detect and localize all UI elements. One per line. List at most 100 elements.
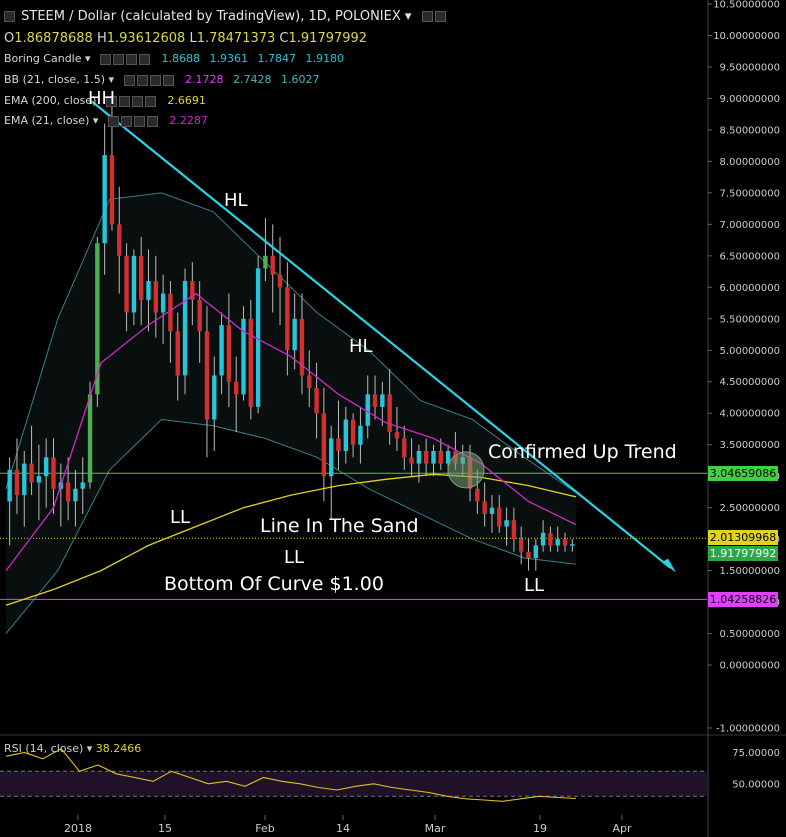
candle-body xyxy=(519,539,524,552)
candle-body xyxy=(438,450,443,464)
ema21-legend[interactable]: EMA (21, close) ▾ 2.2287 xyxy=(4,114,208,127)
ema21-v1: 2.2287 xyxy=(169,114,208,127)
boring-candle-v3: 1.7847 xyxy=(257,52,297,65)
symbol-title[interactable]: STEEM / Dollar (calculated by TradingVie… xyxy=(4,9,448,24)
bb-label: BB (21, close, 1.5) xyxy=(4,73,105,86)
candle-body xyxy=(431,450,436,464)
candle-body xyxy=(497,507,502,527)
ohlc-o: 1.86878688 xyxy=(14,31,93,46)
candle-body xyxy=(277,274,283,288)
candle-body xyxy=(263,255,268,269)
candle-body xyxy=(22,463,27,496)
bb-legend[interactable]: BB (21, close, 1.5) ▾ 2.1728 2.7428 1.60… xyxy=(4,73,320,86)
symbol-icon xyxy=(4,11,15,22)
annotation-confirmed-up-trend[interactable]: Confirmed Up Trend xyxy=(488,441,677,463)
x-axis-tick-label: 15 xyxy=(158,822,172,835)
y-axis-tick-label: 0.50000000 xyxy=(720,629,780,640)
y-axis-tick-label: 1.50000000 xyxy=(720,566,780,577)
gear-icon[interactable] xyxy=(118,95,130,107)
candle-body xyxy=(44,457,49,477)
annotation-line-in-sand[interactable]: Line In The Sand xyxy=(260,515,419,537)
annotation-bottom-curve[interactable]: Bottom Of Curve $1.00 xyxy=(164,573,384,595)
candle-body xyxy=(350,419,356,445)
y-axis-tick-label: 2.50000000 xyxy=(720,503,780,514)
candle-body xyxy=(365,394,370,426)
y-axis-tick-label: 7.00000000 xyxy=(720,220,780,231)
candle-body xyxy=(526,551,531,559)
eye-icon[interactable] xyxy=(100,53,112,65)
gear-icon[interactable] xyxy=(136,74,148,86)
close-icon[interactable] xyxy=(146,115,158,127)
boring-candle-v4: 1.9180 xyxy=(305,52,345,65)
candle-body xyxy=(533,545,538,559)
price-tag-last: 1.91797992 xyxy=(708,546,778,561)
y-axis-tick-label: 7.50000000 xyxy=(720,188,780,199)
candle-body xyxy=(570,544,575,546)
gear-icon[interactable] xyxy=(113,53,125,65)
add-icon[interactable] xyxy=(131,95,143,107)
y-axis-tick-label: 6.50000000 xyxy=(720,251,780,262)
candle-body xyxy=(248,318,253,407)
close-icon[interactable] xyxy=(139,53,151,65)
y-axis-tick-label: 3.50000000 xyxy=(720,440,780,451)
candle-body xyxy=(555,539,560,546)
bb-v1: 2.1728 xyxy=(185,73,224,86)
y-axis-tick-label: 8.50000000 xyxy=(720,125,780,136)
price-tag-magenta-line: 1.04258826 xyxy=(708,592,778,607)
ohlc-c-label: C xyxy=(279,31,289,46)
ohlc-row: O1.86878688 H1.93612608 L1.78471373 C1.9… xyxy=(4,31,367,46)
candle-body xyxy=(226,325,232,382)
candle-body xyxy=(387,394,392,433)
candle-body xyxy=(562,539,568,546)
candle-body xyxy=(219,325,224,376)
x-axis-tick-label: 2018 xyxy=(64,822,92,835)
annotation-ll-1[interactable]: LL xyxy=(170,507,190,528)
candle-body xyxy=(416,450,422,464)
add-icon[interactable] xyxy=(149,74,161,86)
candle-body xyxy=(307,375,312,389)
bb-v3: 1.6027 xyxy=(281,73,320,86)
candle-body xyxy=(285,287,290,351)
annotation-ll-2[interactable]: LL xyxy=(284,547,304,568)
candle-body xyxy=(402,438,407,458)
candle-body xyxy=(146,281,151,300)
candle-body xyxy=(160,293,166,313)
gear-icon[interactable] xyxy=(434,11,446,22)
chevron-down-icon[interactable]: ▾ xyxy=(405,9,412,24)
close-icon[interactable] xyxy=(162,74,174,86)
add-icon[interactable] xyxy=(133,115,145,127)
y-axis-tick-label: 6.00000000 xyxy=(720,283,780,294)
candle-body xyxy=(168,293,173,332)
candle-body xyxy=(329,438,334,477)
ema21-label: EMA (21, close) xyxy=(4,114,90,127)
annotation-ll-3[interactable]: LL xyxy=(524,575,544,596)
settings-icon[interactable] xyxy=(421,11,433,22)
candle-body xyxy=(197,299,202,332)
add-icon[interactable] xyxy=(126,53,138,65)
x-axis-tick-label: 14 xyxy=(336,822,350,835)
y-axis-tick-label: 5.50000000 xyxy=(720,314,780,325)
ohlc-h: 1.93612608 xyxy=(106,31,186,46)
eye-icon[interactable] xyxy=(123,74,135,86)
x-axis-tick-label: Apr xyxy=(612,822,632,835)
annotation-hh[interactable]: HH xyxy=(88,88,115,109)
ema200-v1: 2.6691 xyxy=(167,94,206,107)
candle-body xyxy=(95,243,100,395)
candle-body xyxy=(124,255,129,313)
annotation-hl-2[interactable]: HL xyxy=(349,336,373,357)
candle-body xyxy=(212,375,217,420)
candle-body xyxy=(358,425,363,445)
y-axis-tick-label: 8.00000000 xyxy=(720,157,780,168)
candle-body xyxy=(102,155,107,244)
candle-body xyxy=(7,469,12,502)
candle-body xyxy=(475,488,480,502)
candle-body xyxy=(29,463,34,483)
close-icon[interactable] xyxy=(144,95,156,107)
eye-icon[interactable] xyxy=(107,115,119,127)
boring-candle-legend[interactable]: Boring Candle ▾ 1.8688 1.9361 1.7847 1.9… xyxy=(4,52,344,65)
boring-candle-label: Boring Candle xyxy=(4,52,82,65)
gear-icon[interactable] xyxy=(120,115,132,127)
rsi-legend[interactable]: RSI (14, close) ▾ 38.2466 xyxy=(4,742,141,755)
annotation-hl-1[interactable]: HL xyxy=(224,190,248,211)
candle-body xyxy=(204,331,210,420)
